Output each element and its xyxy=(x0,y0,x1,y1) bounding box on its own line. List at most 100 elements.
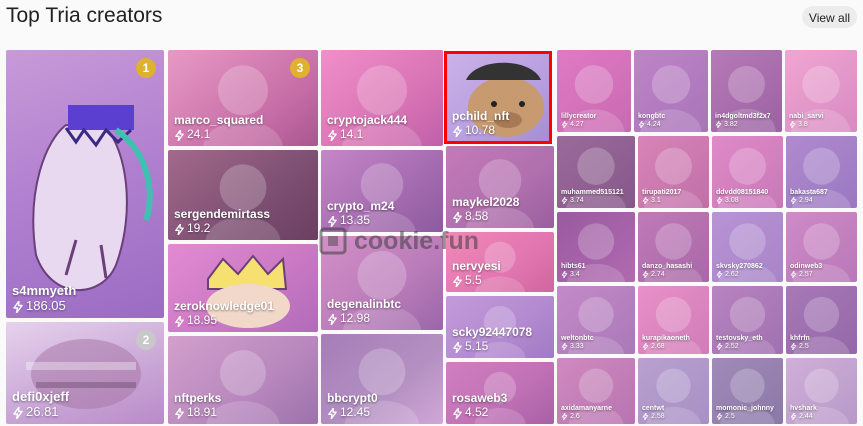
creator-tile[interactable]: lillycreator 4.27 xyxy=(557,50,631,132)
creator-name: ddvdd08151840 xyxy=(716,188,769,196)
creator-tile[interactable]: momonic_johnny 2.5 xyxy=(712,358,783,424)
creator-tile[interactable]: khfrfn 2.5 xyxy=(786,286,857,354)
creator-score-value: 4.52 xyxy=(465,405,489,420)
creator-name: kongbtc xyxy=(638,112,666,120)
bolt-icon xyxy=(790,271,797,279)
creator-score-value: 5.5 xyxy=(465,273,482,288)
creator-label: sergendemirtass 19.2 xyxy=(174,208,270,236)
creator-label: khfrfn 2.5 xyxy=(790,335,810,351)
creator-score-value: 3.74 xyxy=(570,196,584,204)
creator-name: muhammed515121 xyxy=(561,188,624,196)
creator-tile[interactable]: nabi_sarvi 3.8 xyxy=(785,50,857,132)
creator-tile[interactable]: danzo_hasashi 2.74 xyxy=(638,212,709,282)
bolt-icon xyxy=(642,197,649,205)
creator-tile[interactable]: zeroknowledge01 18.95 xyxy=(168,244,318,332)
creator-tile[interactable]: skvsky270862 2.62 xyxy=(712,212,783,282)
bolt-icon xyxy=(716,343,723,351)
creator-tile[interactable]: crypto_m24 13.35 xyxy=(321,150,443,232)
creator-tile[interactable]: degenalinbtc 12.98 xyxy=(321,236,443,330)
creator-score: 5.15 xyxy=(452,339,532,354)
bolt-icon xyxy=(13,406,23,419)
creator-label: cryptojack444 14.1 xyxy=(327,114,407,142)
creator-score-value: 18.91 xyxy=(187,405,218,420)
bolt-icon xyxy=(642,413,649,421)
creator-name: danzo_hasashi xyxy=(642,262,693,270)
creator-score-value: 8.58 xyxy=(465,209,489,224)
view-all-button[interactable]: View all xyxy=(802,6,857,28)
creator-score: 12.98 xyxy=(327,311,401,326)
creator-tile[interactable]: bakasta687 2.94 xyxy=(786,136,857,208)
creator-tile[interactable]: testovsky_eth 2.52 xyxy=(712,286,783,354)
creator-score-value: 24.1 xyxy=(187,127,211,142)
creator-tile[interactable]: kurapikaoneth 2.68 xyxy=(638,286,709,354)
creator-score: 18.91 xyxy=(174,405,221,420)
creator-tile[interactable]: weltonbtc 3.33 xyxy=(557,286,635,354)
creator-tile[interactable]: tirupati2017 3.1 xyxy=(638,136,709,208)
bolt-icon xyxy=(175,129,184,141)
bolt-icon xyxy=(453,275,462,287)
bolt-icon xyxy=(790,343,797,351)
creator-label: crypto_m24 13.35 xyxy=(327,200,394,228)
creator-tile[interactable]: axidamanyarne 2.6 xyxy=(557,358,635,424)
creator-score: 3.74 xyxy=(561,197,624,205)
creator-label: rosaweb3 4.52 xyxy=(452,392,507,420)
bolt-icon xyxy=(453,407,462,419)
creator-tile[interactable]: defi0xjeff 26.81 2 xyxy=(6,322,164,424)
rank-badge: 1 xyxy=(136,58,156,78)
highlight-frame xyxy=(444,51,552,144)
creator-score-value: 2.52 xyxy=(725,342,739,350)
creator-name: zeroknowledge01 xyxy=(174,299,275,314)
creator-tile[interactable]: ddvdd08151840 3.08 xyxy=(712,136,783,208)
creator-score-value: 18.95 xyxy=(187,313,218,328)
creator-name: kurapikaoneth xyxy=(642,334,690,342)
creator-score-value: 14.1 xyxy=(340,127,364,142)
creator-score-value: 3.82 xyxy=(724,120,738,128)
creator-tile[interactable]: centwt 2.58 xyxy=(638,358,709,424)
creator-name: degenalinbtc xyxy=(327,297,402,312)
creator-score-value: 12.98 xyxy=(340,311,371,326)
creator-tile[interactable]: s4mmyeth 186.05 1 xyxy=(6,50,164,318)
creator-label: axidamanyarne 2.6 xyxy=(561,405,612,421)
creator-score: 26.81 xyxy=(12,404,69,420)
creator-score-value: 26.81 xyxy=(26,404,59,420)
creator-name: khfrfn xyxy=(790,334,810,342)
creator-score-value: 2.62 xyxy=(725,270,739,278)
bolt-icon xyxy=(716,197,723,205)
bolt-icon xyxy=(790,197,797,205)
creator-tile[interactable]: bbcrypt0 12.45 xyxy=(321,334,443,424)
creator-name: sergendemirtass xyxy=(174,207,271,222)
creator-score-value: 4.24 xyxy=(647,120,661,128)
creator-score: 18.95 xyxy=(174,313,274,328)
creator-tile[interactable]: odinweb3 2.57 xyxy=(786,212,857,282)
creator-score-value: 3.33 xyxy=(570,342,584,350)
creator-tile[interactable]: rosaweb3 4.52 xyxy=(446,362,554,424)
creator-score: 24.1 xyxy=(174,127,263,142)
creator-name: centwt xyxy=(642,404,665,412)
creator-score-value: 3.4 xyxy=(570,270,580,278)
creator-name: tirupati2017 xyxy=(642,188,682,196)
creator-tile[interactable]: marco_squared 24.1 3 xyxy=(168,50,318,146)
creator-label: odinweb3 2.57 xyxy=(790,263,822,279)
creator-score: 5.5 xyxy=(452,273,501,288)
creator-tile[interactable]: kongbtc 4.24 xyxy=(634,50,708,132)
bolt-icon xyxy=(561,413,568,421)
creator-tile[interactable]: muhammed515121 3.74 xyxy=(557,136,635,208)
creator-score: 8.58 xyxy=(452,209,519,224)
creator-tile[interactable]: nervyesi 5.5 xyxy=(446,232,554,292)
rank-badge: 3 xyxy=(290,58,310,78)
creator-score: 2.5 xyxy=(716,413,774,421)
creator-tile[interactable]: cryptojack444 14.1 xyxy=(321,50,443,146)
creator-tile[interactable]: in4dgoltmd3f2x7 3.82 xyxy=(711,50,782,132)
section-title: Top Tria creators xyxy=(6,4,163,27)
creator-tile[interactable]: sergendemirtass 19.2 xyxy=(168,150,318,240)
creator-score: 186.05 xyxy=(12,298,76,314)
creator-tile[interactable]: maykel2028 8.58 xyxy=(446,146,554,228)
creator-label: nftperks 18.91 xyxy=(174,392,221,420)
creator-tile[interactable]: scky92447078 5.15 xyxy=(446,296,554,358)
bolt-icon xyxy=(790,413,797,421)
creator-tile[interactable]: nftperks 18.91 xyxy=(168,336,318,424)
creator-tile[interactable]: hibts61 3.4 xyxy=(557,212,635,282)
creator-score-value: 4.27 xyxy=(570,120,584,128)
creator-label: nabi_sarvi 3.8 xyxy=(789,113,824,129)
creator-tile[interactable]: hvshark 2.44 xyxy=(786,358,857,424)
